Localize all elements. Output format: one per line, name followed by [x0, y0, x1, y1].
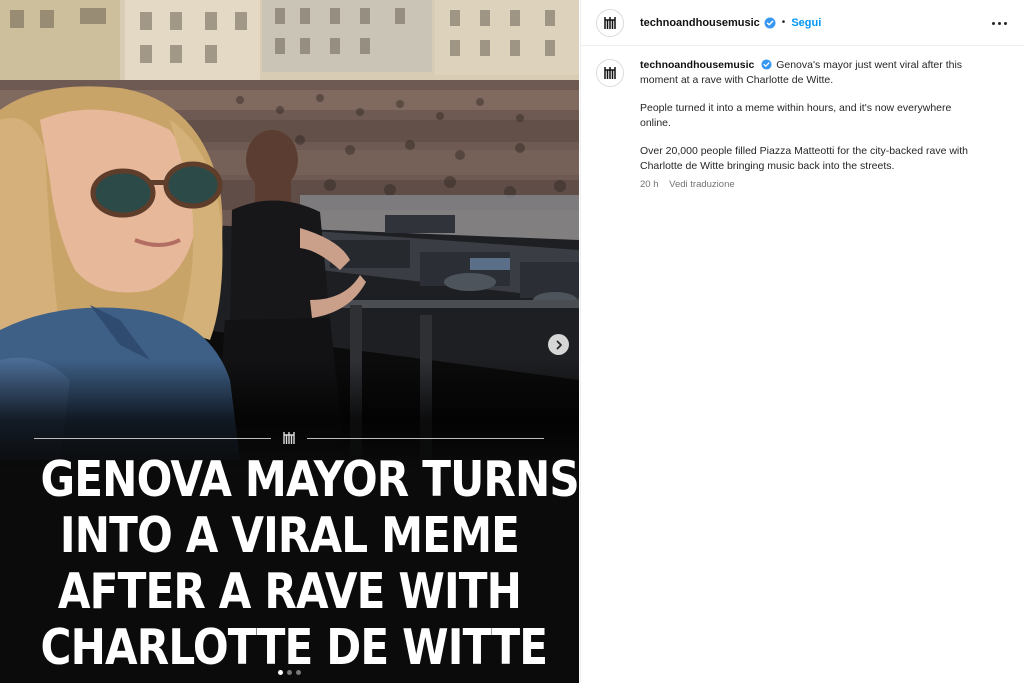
caption-body: technoandhousemusic Genova's mayor just … [640, 58, 985, 192]
see-translation-button[interactable]: Vedi traduzione [669, 179, 735, 190]
post-panel: technoandhousemusic • Segui technoandhou… [580, 0, 1024, 683]
carousel-dot [296, 670, 301, 675]
caption-avatar[interactable] [596, 59, 624, 87]
post-caption: technoandhousemusic Genova's mayor just … [581, 46, 1024, 192]
divider-line-left [34, 437, 271, 439]
headline-line: INTO A VIRAL MEME [59, 507, 520, 564]
media-headline: GENOVA MAYOR TURNS INTO A VIRAL MEME AFT… [40, 451, 579, 676]
chevron-right-icon [556, 340, 562, 349]
carousel-indicator [0, 670, 579, 678]
follow-button[interactable]: Segui [791, 17, 821, 29]
brand-logo-icon [604, 67, 616, 79]
caption-username[interactable]: technoandhousemusic [640, 59, 754, 71]
post-timestamp[interactable]: 20 h [640, 179, 659, 190]
carousel-dot-active [278, 670, 283, 675]
caption-paragraph: Over 20,000 people filled Piazza Matteot… [640, 145, 969, 172]
carousel-next-button[interactable] [548, 334, 569, 355]
verified-badge-icon [764, 17, 776, 29]
post-header: technoandhousemusic • Segui [581, 0, 1024, 46]
headline-line: CHARLOTTE DE WITTE [40, 619, 549, 676]
headline-line: AFTER A RAVE WITH [57, 563, 522, 620]
post-meta: 20 h Vedi traduzione [640, 178, 985, 193]
more-options-icon[interactable] [988, 13, 1010, 33]
verified-badge-icon [761, 59, 773, 71]
avatar[interactable] [596, 8, 624, 37]
headline-line: GENOVA MAYOR TURNS [40, 451, 579, 508]
divider-line-right [307, 437, 544, 439]
brand-logo-icon [604, 16, 616, 29]
carousel-dot [287, 670, 292, 675]
post-media[interactable]: GENOVA MAYOR TURNS INTO A VIRAL MEME AFT… [0, 0, 579, 683]
caption-paragraph: People turned it into a meme within hour… [640, 102, 952, 129]
caption-paragraph: technoandhousemusic Genova's mayor just … [640, 58, 985, 87]
headline-divider [34, 430, 544, 446]
header-separator: • [781, 17, 786, 28]
post-username[interactable]: technoandhousemusic [640, 17, 760, 29]
brand-logo-icon [281, 430, 297, 446]
